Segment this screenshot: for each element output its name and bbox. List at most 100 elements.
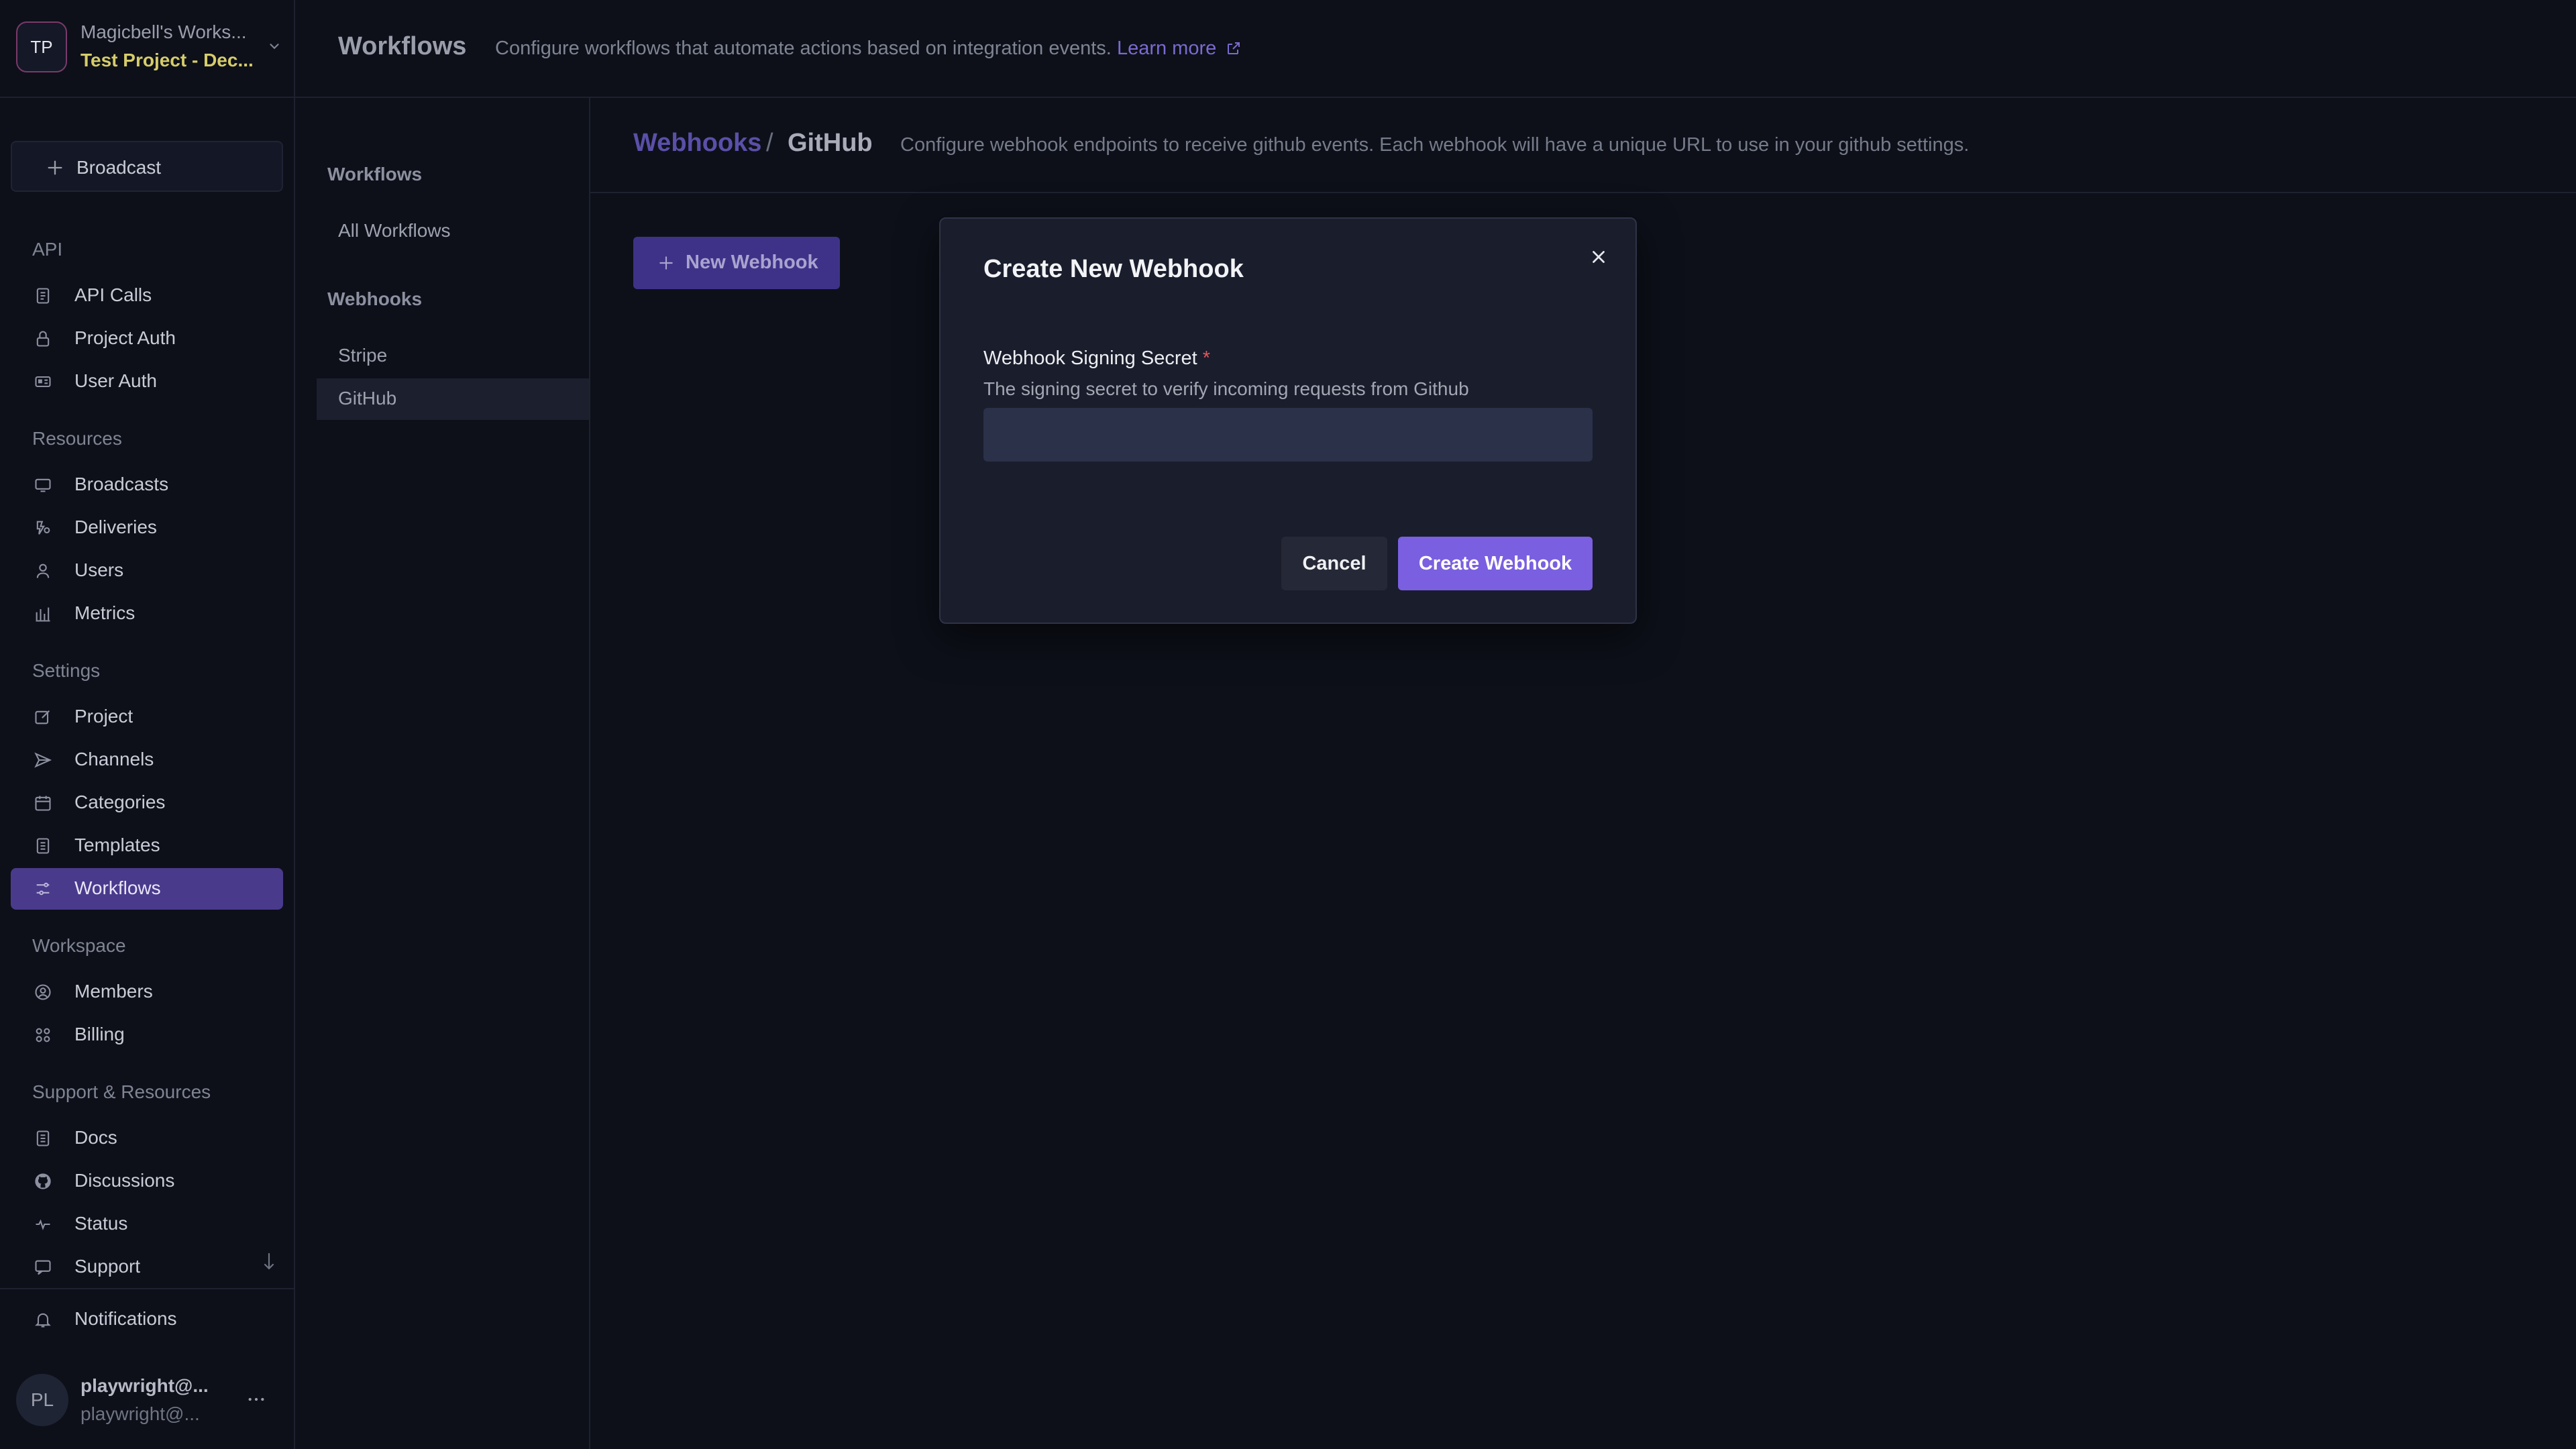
sidebar-item-label: Deliveries [74,517,157,537]
subnav-title-webhooks: Webhooks [327,288,423,309]
sliders-icon [34,879,52,898]
sidebar-item-channels[interactable]: Channels [11,739,283,781]
signing-secret-label-text: Webhook Signing Secret [983,347,1197,369]
plus-icon [657,254,675,272]
sidebar-item-workflows[interactable]: Workflows [11,868,283,910]
subnav-item-label: Stripe [338,345,388,366]
sidebar-item-label: User Auth [74,370,157,391]
plus-icon [46,158,64,177]
sidebar-item-templates[interactable]: Templates [11,825,283,867]
signing-secret-help: The signing secret to verify incoming re… [983,378,1469,399]
page-title: Workflows [338,32,467,60]
chat-icon [34,1258,52,1277]
sidebar-item-label: Workflows [74,877,161,898]
sidebar-item-support[interactable]: Support [11,1246,283,1288]
subnav-item-stripe[interactable]: Stripe [317,335,589,377]
github-icon [34,1172,52,1191]
sidebar-item-status[interactable]: Status [11,1203,283,1245]
sidebar-item-label: Members [74,981,153,1002]
dialog-title: Create New Webhook [983,255,1244,283]
broadcast-button[interactable]: Broadcast [11,141,283,192]
arrow-down-icon[interactable] [262,1252,276,1272]
subnav-item-label: GitHub [338,388,397,409]
sidebar-item-categories[interactable]: Categories [11,782,283,824]
breadcrumb-webhooks-link[interactable]: Webhooks [633,129,761,158]
sidebar-item-user-auth[interactable]: User Auth [11,361,283,402]
sidebar-item-label: API Calls [74,284,152,305]
sidebar-item-deliveries[interactable]: Deliveries [11,507,283,549]
breadcrumb-current: GitHub [788,129,873,157]
sidebar-item-label: Discussions [74,1170,175,1191]
user-circle-icon [34,983,52,1002]
more-options-icon[interactable] [246,1389,267,1410]
sidebar-item-docs[interactable]: Docs [11,1118,283,1159]
sidebar-item-label: Project [74,706,133,727]
user-avatar[interactable]: PL [16,1374,68,1426]
page-description: Configure workflows that automate action… [495,38,1242,60]
close-icon[interactable] [1589,247,1609,267]
signing-secret-label: Webhook Signing Secret * [983,347,1210,370]
project-name: Test Project - Dec... [80,50,254,70]
sidebar-item-users[interactable]: Users [11,550,283,592]
sidebar-divider [0,1288,294,1289]
broadcast-label: Broadcast [76,157,162,178]
breadcrumb-separator: / [766,129,773,157]
subnav-item-all-workflows[interactable]: All Workflows [317,211,589,252]
lock-icon [34,329,52,348]
id-card-icon [34,372,52,391]
chevron-down-icon[interactable] [267,39,282,54]
cancel-button[interactable]: Cancel [1281,537,1387,590]
sidebar-item-notifications[interactable]: Notifications [11,1299,283,1340]
sidebar-item-members[interactable]: Members [11,971,283,1013]
subnav-item-label: All Workflows [338,220,451,241]
document-icon [34,1129,52,1148]
sidebar-item-billing[interactable]: Billing [11,1014,283,1056]
bell-icon [34,1310,52,1329]
workspace-name: Magicbell's Works... [80,21,247,42]
user-email: playwright@... [80,1403,200,1424]
signing-secret-input[interactable] [983,408,1593,462]
sidebar-item-broadcasts[interactable]: Broadcasts [11,464,283,506]
sidebar-item-label: Channels [74,749,154,769]
sidebar-item-project[interactable]: Project [11,696,283,738]
bar-chart-icon [34,604,52,623]
sidebar-item-label: Broadcasts [74,474,169,494]
new-webhook-button[interactable]: New Webhook [633,237,840,289]
create-webhook-button[interactable]: Create Webhook [1398,537,1593,590]
sidebar-item-project-auth[interactable]: Project Auth [11,318,283,360]
sidebar-item-discussions[interactable]: Discussions [11,1161,283,1202]
section-title-support: Support & Resources [32,1081,211,1102]
section-title-settings: Settings [32,660,101,681]
section-title-api: API [32,239,63,260]
sidebar-item-label: Metrics [74,602,136,623]
sidebar-item-label: Status [74,1213,128,1234]
new-webhook-label: New Webhook [686,252,818,273]
sidebar-item-label: Support [74,1256,141,1277]
workspace-avatar[interactable]: TP [16,21,67,72]
sidebar-item-api-calls[interactable]: API Calls [11,275,283,317]
user-icon [34,561,52,580]
subnav-title-workflows: Workflows [327,164,423,184]
sidebar-item-label: Docs [74,1127,117,1148]
grid-icon [34,1026,52,1044]
sidebar-item-label: Users [74,559,124,580]
sidebar-item-label: Templates [74,835,160,855]
list-icon [34,286,52,305]
sidebar-item-label: Project Auth [74,327,176,348]
calendar-icon [34,794,52,812]
deliveries-icon [34,519,52,537]
monitor-icon [34,476,52,494]
sidebar-item-label: Categories [74,792,166,812]
learn-more-link[interactable]: Learn more [1117,38,1242,59]
content-description: Configure webhook endpoints to receive g… [900,134,1970,156]
sidebar-item-label: Notifications [74,1308,177,1329]
sidebar-item-metrics[interactable]: Metrics [11,593,283,635]
document-icon [34,837,52,855]
send-icon [34,751,52,769]
section-title-workspace: Workspace [32,935,126,956]
required-marker: * [1202,347,1211,369]
sidebar-item-label: Billing [74,1024,125,1044]
subnav-item-github[interactable]: GitHub [317,378,589,420]
external-link-icon [1228,42,1240,54]
page-description-text: Configure workflows that automate action… [495,38,1112,59]
